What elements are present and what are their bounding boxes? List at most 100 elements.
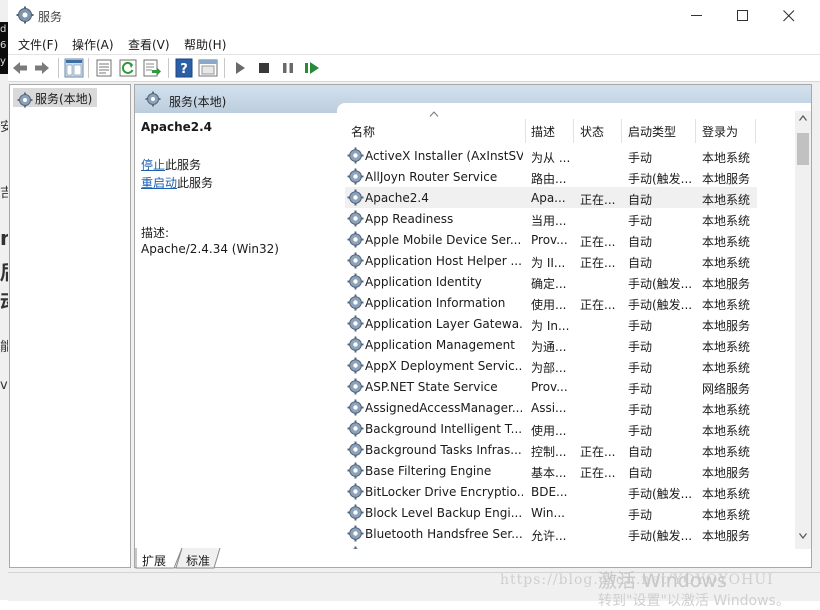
minimize-button[interactable] xyxy=(674,0,720,32)
forward-arrow-icon[interactable] xyxy=(32,58,52,78)
table-row[interactable]: Block Level Backup Engi...Win...手动本地系统 xyxy=(345,502,757,523)
column-divider[interactable] xyxy=(573,119,574,143)
service-logon: 本地系统 xyxy=(702,443,757,460)
properties-icon[interactable] xyxy=(94,58,114,78)
service-gear-icon xyxy=(347,462,364,479)
scroll-down-icon[interactable] xyxy=(799,533,807,539)
refresh-icon[interactable] xyxy=(118,58,138,78)
tree-item-services-local[interactable]: 服务(本地) xyxy=(13,88,97,107)
column-header-status[interactable]: 状态 xyxy=(580,123,604,140)
console-view-icon[interactable] xyxy=(198,58,218,78)
service-gear-icon xyxy=(347,399,364,416)
table-row[interactable]: Background Tasks Infras...控制...正在...自动本地… xyxy=(345,439,757,460)
service-logon: 本地服务 xyxy=(702,170,757,187)
service-startup-type: 手动 xyxy=(628,506,698,523)
table-row[interactable]: Application Layer Gatewa...为 In...手动本地服务 xyxy=(345,313,757,334)
service-logon: 本地服务 xyxy=(702,317,757,334)
table-row[interactable]: Application Management为通...手动本地系统 xyxy=(345,334,757,355)
table-row[interactable]: AssignedAccessManager...Assi...手动本地系统 xyxy=(345,397,757,418)
background-window-strip: d 6 y 安 吉 n 后 动 能 vi xyxy=(0,0,8,600)
pause-service-icon[interactable] xyxy=(278,58,298,78)
close-button[interactable] xyxy=(766,0,812,32)
start-service-icon[interactable] xyxy=(230,58,250,78)
scrollbar-thumb[interactable] xyxy=(797,133,809,165)
service-logon: 本地系统 xyxy=(702,149,757,166)
table-row[interactable]: ActiveX Installer (AxInstSV)为从 ...手动本地系统 xyxy=(345,145,757,166)
table-row[interactable]: Base Filtering Engine基本...正在...自动本地服务 xyxy=(345,460,757,481)
service-gear-icon xyxy=(347,294,364,311)
vertical-scrollbar[interactable] xyxy=(795,111,811,549)
service-name: ASP.NET State Service xyxy=(365,380,523,394)
table-row[interactable]: Application Identity确定...手动(触发...本地服务 xyxy=(345,271,757,292)
service-status: 正在... xyxy=(580,464,622,481)
service-gear-icon xyxy=(347,420,364,437)
service-logon: 本地系统 xyxy=(702,254,757,271)
title-bar[interactable]: 服务 xyxy=(8,0,820,32)
selected-service-name: Apache2.4 xyxy=(141,120,212,134)
table-row[interactable]: App Readiness当用...手动本地系统 xyxy=(345,208,757,229)
service-gear-icon xyxy=(347,525,364,542)
table-row[interactable]: Bonjour 服务让硬...正在...自动本地系统 xyxy=(345,544,757,549)
service-description: 为从 ... xyxy=(531,149,573,166)
menu-file[interactable]: 文件(F) xyxy=(18,36,58,53)
services-gear-icon xyxy=(145,91,161,107)
service-name: App Readiness xyxy=(365,212,523,226)
service-name: Apple Mobile Device Ser... xyxy=(365,233,523,247)
service-description: 使用... xyxy=(531,422,573,439)
table-row[interactable]: Apple Mobile Device Ser...Prov...正在...自动… xyxy=(345,229,757,250)
column-divider[interactable] xyxy=(695,119,696,143)
table-row[interactable]: ASP.NET State ServiceProv...手动网络服务 xyxy=(345,376,757,397)
service-status: 正在... xyxy=(580,254,622,271)
tab-extended[interactable]: 扩展 xyxy=(142,552,166,572)
service-name: Application Information xyxy=(365,296,523,310)
service-startup-type: 手动 xyxy=(628,338,698,355)
column-header-startup-type[interactable]: 启动类型 xyxy=(628,123,676,140)
column-divider[interactable] xyxy=(755,119,756,143)
service-startup-type: 自动 xyxy=(628,254,698,271)
column-header-logon-as[interactable]: 登录为 xyxy=(702,123,738,140)
service-description: 为 II... xyxy=(531,254,573,271)
restart-service-icon[interactable] xyxy=(302,58,322,78)
help-icon[interactable]: ? xyxy=(174,58,194,78)
column-divider[interactable] xyxy=(621,119,622,143)
bg-char: 安 xyxy=(0,116,8,135)
table-row[interactable]: Background Intelligent T...使用...手动本地系统 xyxy=(345,418,757,439)
service-status: 正在... xyxy=(580,233,622,250)
table-row[interactable]: AppX Deployment Servic...为部...手动本地系统 xyxy=(345,355,757,376)
table-row[interactable]: AllJoyn Router Service路由...手动(触发...本地服务 xyxy=(345,166,757,187)
back-arrow-icon[interactable] xyxy=(10,58,30,78)
maximize-button[interactable] xyxy=(720,0,766,32)
service-name: Bluetooth Handsfree Ser... xyxy=(365,527,523,541)
service-startup-type: 手动(触发... xyxy=(628,296,698,313)
stop-service-icon[interactable] xyxy=(254,58,274,78)
column-header-name[interactable]: 名称 xyxy=(351,123,375,140)
table-row[interactable]: Apache2.4Apa...正在...自动本地系统 xyxy=(345,187,757,208)
table-row[interactable]: Application Information使用...正在...手动(触发..… xyxy=(345,292,757,313)
service-name: Background Tasks Infras... xyxy=(365,443,523,457)
service-description: 让硬... xyxy=(531,548,573,549)
scroll-up-icon[interactable] xyxy=(799,115,807,121)
toolbar-separator xyxy=(224,58,225,78)
service-startup-type: 手动(触发... xyxy=(628,170,698,187)
service-logon: 本地系统 xyxy=(702,485,757,502)
service-name: Application Host Helper ... xyxy=(365,254,523,268)
table-row[interactable]: BitLocker Drive Encryptio...BDE...手动(触发.… xyxy=(345,481,757,502)
table-row[interactable]: Bluetooth Handsfree Ser...允许...手动(触发...本… xyxy=(345,523,757,544)
service-gear-icon xyxy=(347,336,364,353)
services-pane: 服务(本地) Apache2.4 停止此服务 重启动此服务 描述: Apache… xyxy=(134,84,812,568)
menu-action[interactable]: 操作(A) xyxy=(72,36,114,53)
toolbar-separator xyxy=(168,58,169,78)
column-header-description[interactable]: 描述 xyxy=(531,123,555,140)
show-hide-tree-icon[interactable] xyxy=(64,58,84,78)
menu-help[interactable]: 帮助(H) xyxy=(184,36,226,53)
service-logon: 本地系统 xyxy=(702,401,757,418)
table-row[interactable]: Application Host Helper ... 为 II... 正在... 自… xyxy=(345,250,757,271)
stop-service-link[interactable]: 停止 xyxy=(141,158,165,172)
menu-view[interactable]: 查看(V) xyxy=(128,36,170,53)
service-name: AssignedAccessManager... xyxy=(365,401,523,415)
restart-service-link[interactable]: 重启动 xyxy=(141,176,177,190)
service-gear-icon xyxy=(347,504,364,521)
export-list-icon[interactable] xyxy=(142,58,162,78)
column-divider[interactable] xyxy=(525,119,526,143)
tab-standard[interactable]: 标准 xyxy=(186,552,210,572)
